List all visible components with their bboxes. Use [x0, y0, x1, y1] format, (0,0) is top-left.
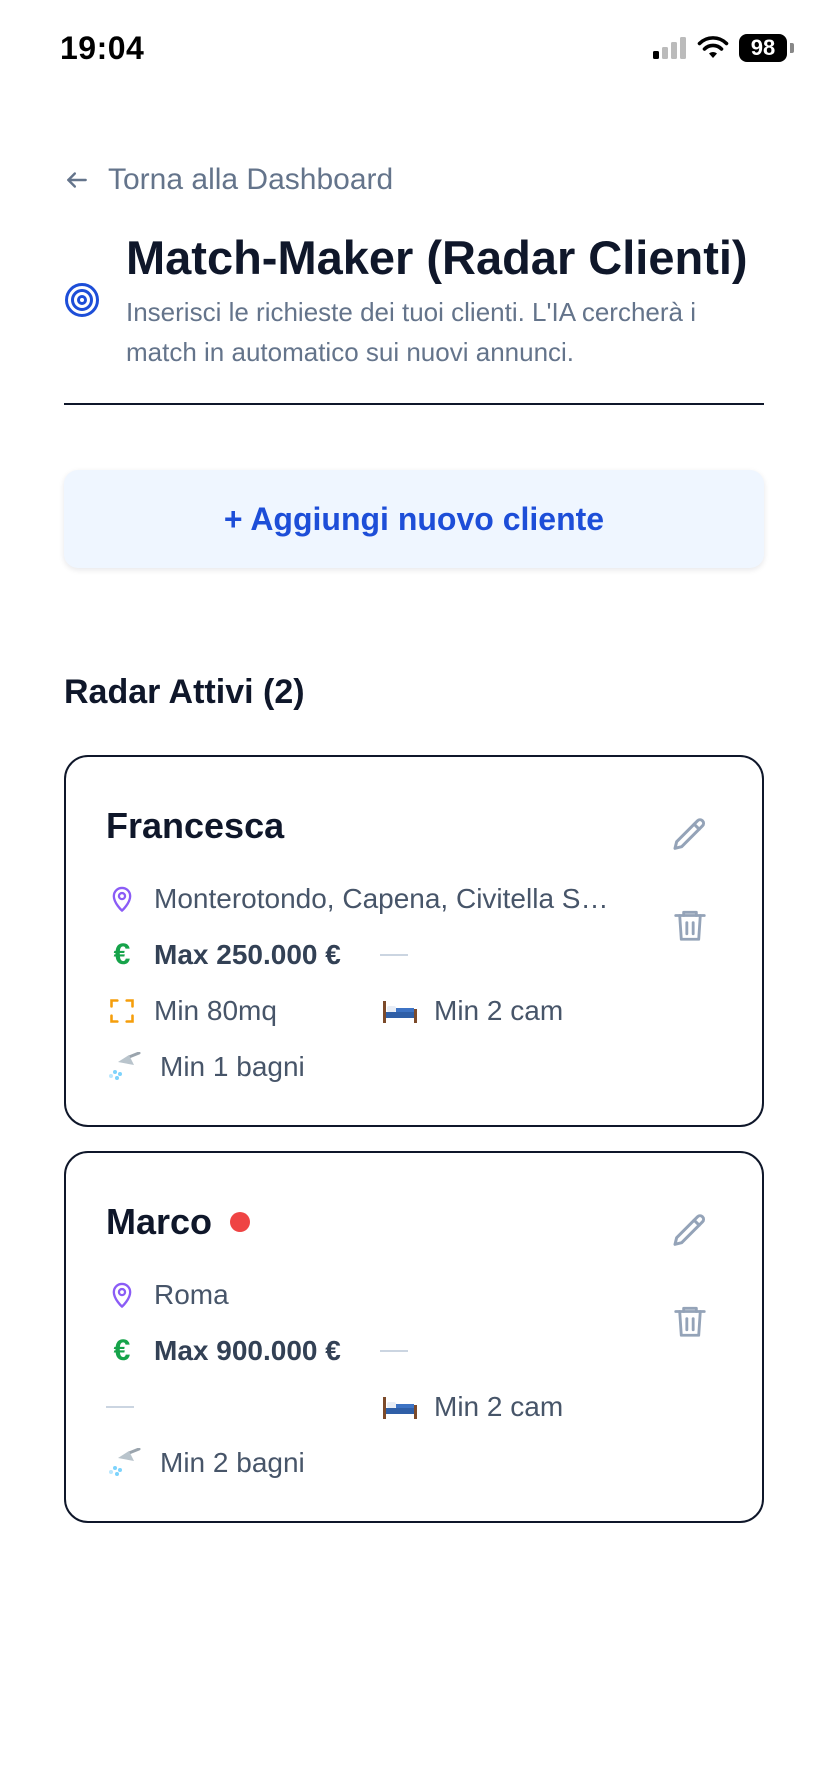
arrow-left-icon	[67, 172, 87, 188]
dash-separator	[380, 1350, 408, 1352]
add-client-button[interactable]: + Aggiungi nuovo cliente	[64, 470, 764, 568]
section-title: Radar Attivi (2)	[64, 673, 305, 711]
status-time: 19:04	[60, 30, 145, 66]
map-pin-icon	[106, 1279, 138, 1311]
size-row: Min 80mq	[106, 991, 277, 1031]
location-row: Monterotondo, Capena, Civitella S…	[106, 879, 608, 919]
rooms-row: Min 2 cam	[380, 991, 563, 1031]
back-link-label: Torna alla Dashboard	[108, 163, 394, 196]
bathrooms-text: Min 2 bagni	[160, 1447, 305, 1478]
trash-icon	[674, 910, 706, 941]
client-name: Francesca	[106, 805, 285, 846]
map-pin-icon	[106, 883, 138, 915]
status-bar: 19:04 98	[0, 0, 828, 100]
signal-icon	[653, 37, 686, 59]
size-text: Min 80mq	[154, 995, 277, 1026]
price-row: € Max 250.000 €	[106, 935, 341, 975]
euro-icon: €	[113, 1334, 131, 1367]
client-name-row: Marco	[106, 1201, 251, 1243]
location-text: Roma	[154, 1279, 229, 1310]
client-card[interactable]: Francesca Monterotondo, Capena, Civitell…	[64, 755, 764, 1127]
frame-icon	[106, 995, 138, 1027]
euro-icon: €	[113, 938, 131, 971]
empty-size-dash	[106, 1406, 134, 1408]
size-row	[106, 1387, 134, 1427]
delete-button[interactable]	[668, 1299, 712, 1343]
price-row: € Max 900.000 €	[106, 1331, 341, 1371]
page-subtitle: Inserisci le richieste dei tuoi clienti.…	[126, 297, 696, 367]
bathrooms-row: Min 2 bagni	[106, 1443, 305, 1483]
shower-icon	[106, 1447, 144, 1479]
price-text: Max 250.000 €	[154, 939, 341, 970]
battery-indicator: 98	[739, 34, 794, 62]
bathrooms-row: Min 1 bagni	[106, 1047, 305, 1087]
status-icons: 98	[653, 34, 794, 62]
header-divider	[64, 403, 764, 405]
trash-icon	[674, 1306, 706, 1337]
rooms-row: Min 2 cam	[380, 1387, 563, 1427]
battery-tip	[790, 43, 794, 53]
bed-icon	[380, 995, 420, 1027]
shower-icon	[106, 1051, 144, 1083]
empty-field-dash	[380, 935, 408, 975]
bathrooms-text: Min 1 bagni	[160, 1051, 305, 1082]
battery-level: 98	[739, 34, 787, 62]
edit-button[interactable]	[668, 1209, 712, 1253]
rooms-text: Min 2 cam	[434, 1391, 564, 1422]
client-name-row: Francesca	[106, 805, 284, 847]
back-to-dashboard-link[interactable]: Torna alla Dashboard	[64, 163, 393, 197]
client-card[interactable]: Marco Roma € Max 900.000 € Min 2 cam Min…	[64, 1151, 764, 1523]
delete-button[interactable]	[668, 903, 712, 947]
rooms-text: Min 2 cam	[434, 995, 564, 1026]
bed-icon	[380, 1391, 420, 1423]
pencil-icon	[673, 1214, 706, 1246]
page-title: Match-Maker (Radar Clienti)	[126, 231, 748, 284]
empty-field-dash	[380, 1331, 408, 1371]
location-row: Roma	[106, 1275, 229, 1315]
target-icon	[65, 283, 99, 317]
location-text: Monterotondo, Capena, Civitella S…	[154, 883, 609, 914]
wifi-icon	[697, 36, 729, 58]
edit-button[interactable]	[668, 813, 712, 857]
new-match-indicator	[230, 1212, 251, 1232]
price-text: Max 900.000 €	[154, 1335, 341, 1366]
pencil-icon	[673, 818, 706, 850]
dash-separator	[380, 954, 408, 956]
client-name: Marco	[106, 1201, 213, 1242]
